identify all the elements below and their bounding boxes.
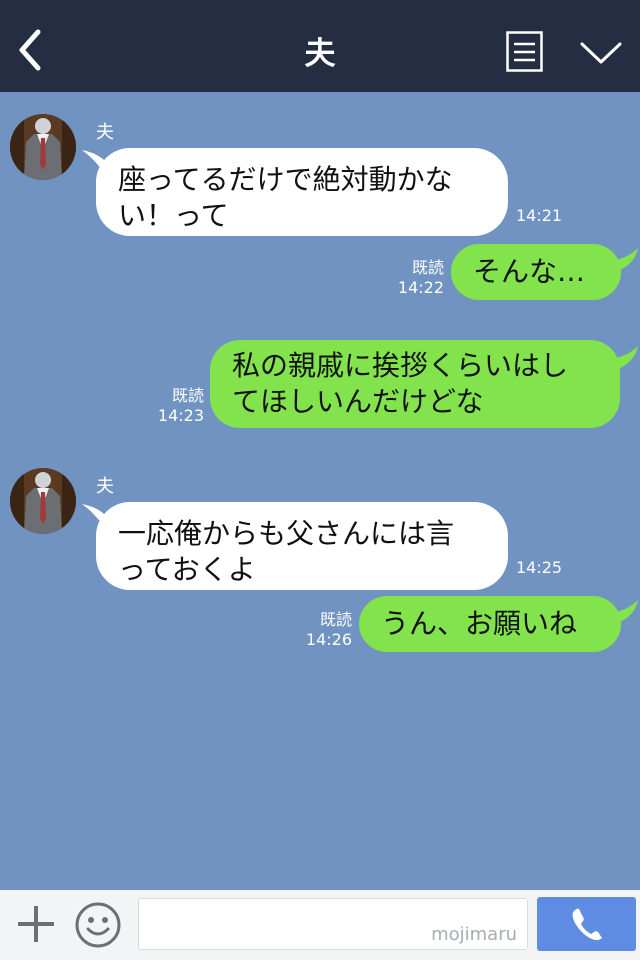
message-bubble-incoming[interactable]: 座ってるだけで絶対動かな い！って xyxy=(96,148,508,236)
list-icon xyxy=(506,31,543,72)
chevron-left-icon xyxy=(19,29,41,71)
suit-avatar-icon xyxy=(10,468,76,534)
watermark: mojimaru xyxy=(431,924,517,945)
timestamp: 14:21 xyxy=(516,206,563,225)
timestamp: 14:22 xyxy=(397,278,444,297)
message-bubble-outgoing[interactable]: 私の親戚に挨拶くらいはし てほしいんだけどな xyxy=(210,340,620,428)
message-line: 私の親戚に挨拶くらいはし xyxy=(232,349,569,382)
sender-name: 夫 xyxy=(96,476,114,497)
read-receipt: 既読 14:22 xyxy=(392,258,444,298)
phone-icon xyxy=(572,908,602,941)
read-label: 既読 xyxy=(411,258,444,277)
message-line: てほしいんだけどな xyxy=(232,385,484,418)
add-button[interactable] xyxy=(14,902,58,946)
timestamp: 14:25 xyxy=(516,558,563,577)
chat-area: 夫 座ってるだけで絶対動かな い！って 14:21 既読 14:22 そんな… … xyxy=(0,92,640,890)
read-receipt: 既読 14:26 xyxy=(300,610,352,650)
collapse-button[interactable] xyxy=(578,36,624,68)
message-line: 座ってるだけで絶対動かな xyxy=(118,163,453,196)
message-line: うん、お願いね xyxy=(381,607,578,640)
message-line: そんな… xyxy=(473,255,586,288)
chat-header: 夫 xyxy=(0,0,640,92)
message-bubble-outgoing[interactable]: そんな… xyxy=(451,244,621,300)
message-bubble-incoming[interactable]: 一応俺からも父さんには言 っておくよ xyxy=(96,502,508,590)
message-line: 一応俺からも父さんには言 xyxy=(118,517,455,550)
message-input-box[interactable]: mojimaru xyxy=(138,898,528,950)
timestamp: 14:26 xyxy=(305,630,352,649)
message-input[interactable] xyxy=(149,907,439,943)
chat-title: 夫 xyxy=(304,36,336,72)
message-bubble-outgoing[interactable]: うん、お願いね xyxy=(359,596,621,652)
back-button[interactable] xyxy=(8,22,54,78)
suit-avatar-icon xyxy=(10,114,76,180)
read-label: 既読 xyxy=(319,610,352,629)
message-line: っておくよ xyxy=(118,553,256,586)
call-button[interactable] xyxy=(537,897,636,951)
menu-button[interactable] xyxy=(506,31,543,72)
chevron-down-icon xyxy=(580,42,622,64)
read-receipt: 既読 14:23 xyxy=(152,386,204,426)
avatar[interactable] xyxy=(10,468,76,534)
avatar[interactable] xyxy=(10,114,76,180)
smiley-icon xyxy=(75,902,121,948)
bubble-tail xyxy=(606,248,638,272)
bubble-tail xyxy=(606,600,638,624)
message-line: い！って xyxy=(118,199,229,232)
sender-name: 夫 xyxy=(96,122,114,143)
timestamp: 14:23 xyxy=(157,406,204,425)
bubble-tail xyxy=(606,346,638,370)
read-label: 既読 xyxy=(171,386,204,405)
emoji-button[interactable] xyxy=(74,901,122,949)
plus-icon xyxy=(18,906,54,942)
